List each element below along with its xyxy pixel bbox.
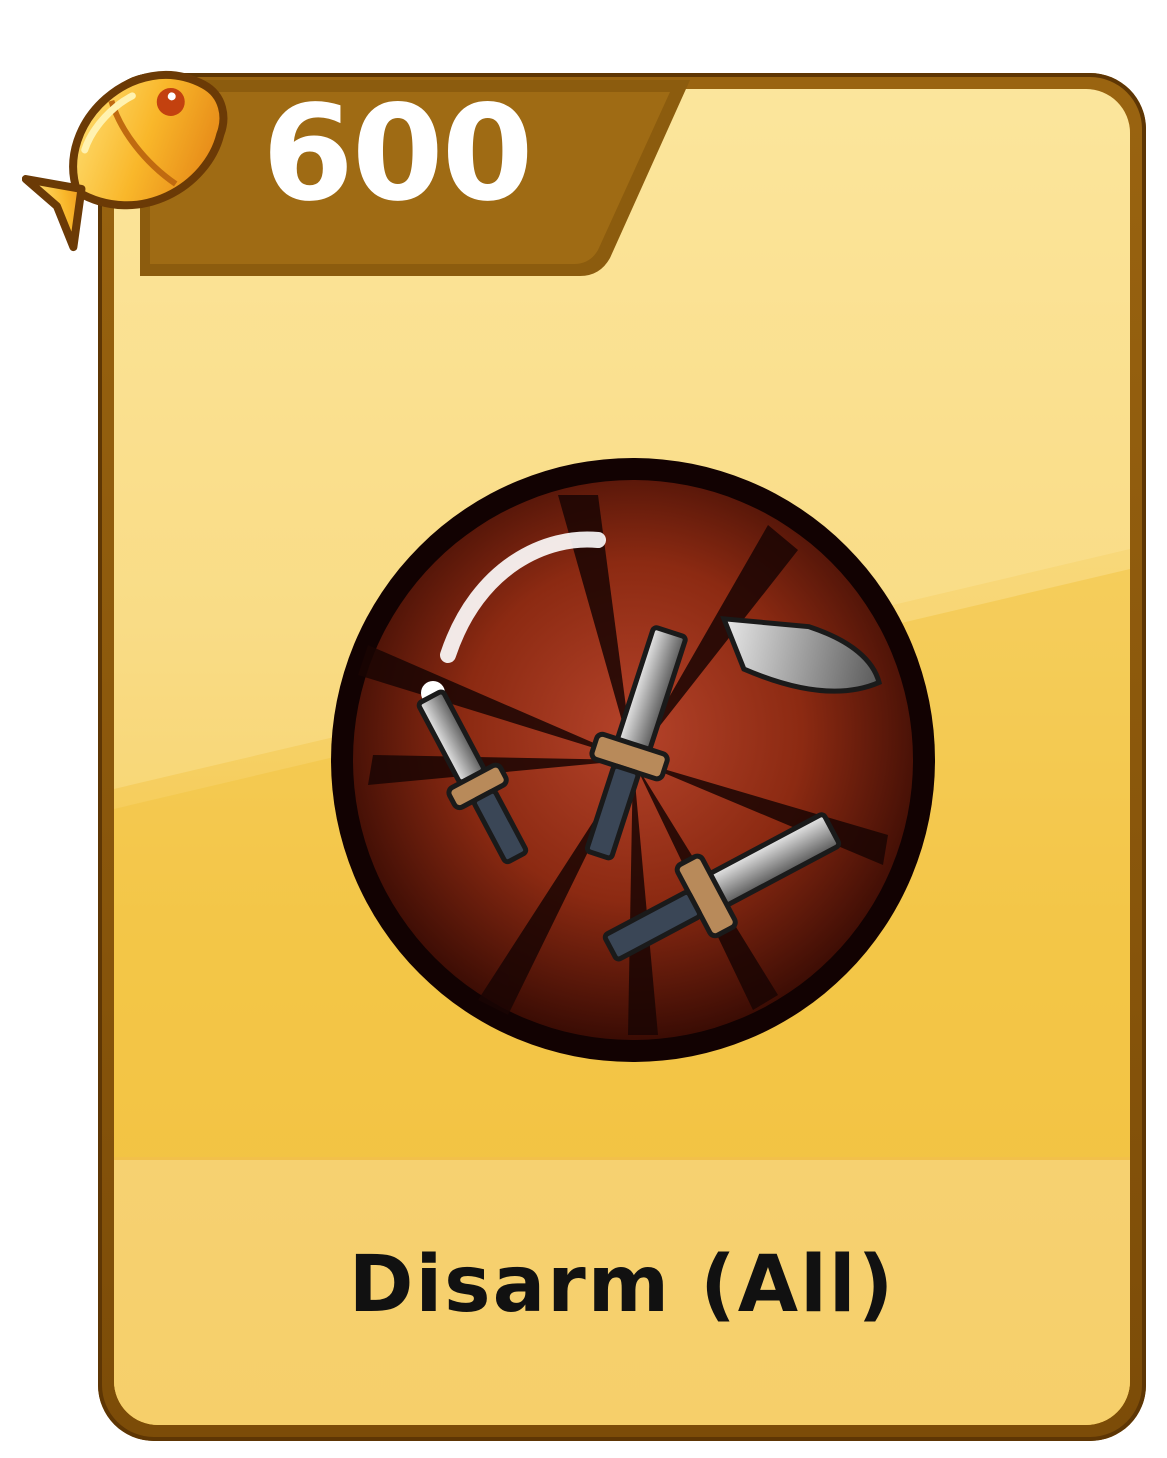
golden-fish-icon bbox=[22, 70, 228, 252]
item-title: Disarm (All) bbox=[348, 1240, 896, 1330]
disarm-daggers-orb-icon bbox=[331, 458, 935, 1062]
title-band: Disarm (All) bbox=[114, 1157, 1130, 1425]
cost-value: 600 bbox=[262, 77, 534, 231]
